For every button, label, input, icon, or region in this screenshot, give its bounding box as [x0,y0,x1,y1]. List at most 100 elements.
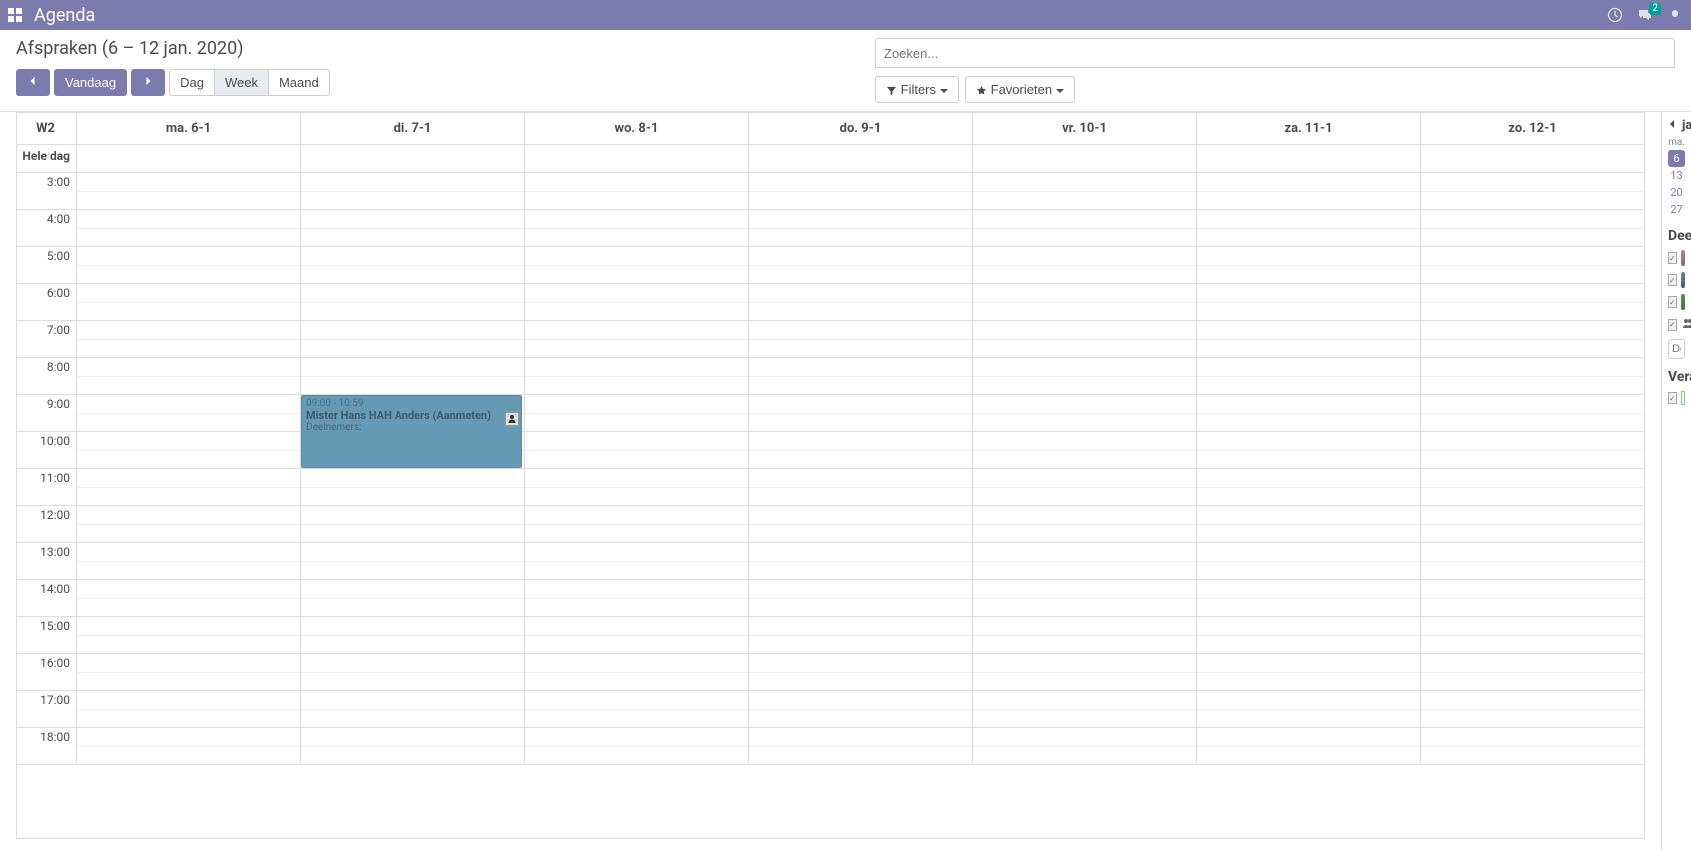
day-column-sun[interactable] [1421,173,1644,765]
time-slot[interactable] [1421,747,1644,766]
check-icon[interactable]: ✓ [1668,296,1677,308]
time-slot[interactable] [973,562,1196,581]
time-slot[interactable] [1197,580,1420,599]
time-slot[interactable] [301,747,524,766]
time-slot[interactable] [973,432,1196,451]
time-slot[interactable] [77,691,300,710]
time-slot[interactable] [77,728,300,747]
time-slot[interactable] [525,562,748,581]
clock-icon[interactable] [1607,7,1623,23]
time-slot[interactable] [525,617,748,636]
time-slot[interactable] [1421,728,1644,747]
time-slot[interactable] [1197,543,1420,562]
time-slot[interactable] [301,525,524,544]
calendar-body[interactable]: 3:004:005:006:007:008:009:0010:0011:0012… [16,173,1645,839]
time-slot[interactable] [1421,599,1644,618]
time-slot[interactable] [301,469,524,488]
time-slot[interactable] [973,654,1196,673]
time-slot[interactable] [749,488,972,507]
time-slot[interactable] [973,506,1196,525]
time-slot[interactable] [1421,488,1644,507]
time-slot[interactable] [1421,691,1644,710]
time-slot[interactable] [301,710,524,729]
allday-cell[interactable] [973,145,1197,172]
time-slot[interactable] [1421,192,1644,211]
time-slot[interactable] [301,580,524,599]
time-slot[interactable] [525,266,748,285]
time-slot[interactable] [749,340,972,359]
time-slot[interactable] [1197,488,1420,507]
time-slot[interactable] [749,247,972,266]
time-slot[interactable] [1421,469,1644,488]
attendee-row[interactable]: ✓ [1668,316,1685,333]
time-slot[interactable] [525,340,748,359]
time-slot[interactable] [301,654,524,673]
time-slot[interactable] [749,451,972,470]
time-slot[interactable] [1197,562,1420,581]
time-slot[interactable] [1421,395,1644,414]
time-slot[interactable] [77,321,300,340]
time-slot[interactable] [77,543,300,562]
view-day-button[interactable]: Dag [169,69,215,96]
calendar-event[interactable]: 09:00 - 10:59 Mister Hans HAH Anders (Aa… [301,395,522,468]
debug-icon[interactable] [1667,7,1683,23]
time-slot[interactable] [77,358,300,377]
allday-cell[interactable] [77,145,301,172]
time-slot[interactable] [1421,710,1644,729]
time-slot[interactable] [973,710,1196,729]
time-slot[interactable] [1197,432,1420,451]
day-column-fri[interactable] [973,173,1197,765]
time-slot[interactable] [525,229,748,248]
time-slot[interactable] [301,266,524,285]
prev-button[interactable] [16,69,50,96]
time-slot[interactable] [525,580,748,599]
day-header[interactable]: zo. 12-1 [1421,113,1644,144]
time-slot[interactable] [77,377,300,396]
time-slot[interactable] [1421,321,1644,340]
time-slot[interactable] [77,636,300,655]
time-slot[interactable] [525,636,748,655]
time-slot[interactable] [749,321,972,340]
messages-icon[interactable]: 2 [1637,7,1653,23]
time-slot[interactable] [973,247,1196,266]
time-slot[interactable] [1421,525,1644,544]
time-slot[interactable] [301,192,524,211]
time-slot[interactable] [973,358,1196,377]
time-slot[interactable] [77,414,300,433]
time-slot[interactable] [1421,340,1644,359]
time-slot[interactable] [301,173,524,192]
time-slot[interactable] [1197,229,1420,248]
time-slot[interactable] [1421,562,1644,581]
time-slot[interactable] [749,210,972,229]
time-slot[interactable] [77,303,300,322]
check-icon[interactable]: ✓ [1668,319,1677,331]
time-slot[interactable] [749,229,972,248]
time-slot[interactable] [525,192,748,211]
time-slot[interactable] [1421,451,1644,470]
day-column-mon[interactable] [77,173,301,765]
time-slot[interactable] [749,377,972,396]
mini-cal-day[interactable]: 27 [1668,201,1685,218]
time-slot[interactable] [749,192,972,211]
attendee-row[interactable]: ✓ [1668,294,1685,310]
time-slot[interactable] [973,728,1196,747]
time-slot[interactable] [525,525,748,544]
time-slot[interactable] [973,229,1196,248]
time-slot[interactable] [749,728,972,747]
time-slot[interactable] [1197,691,1420,710]
time-slot[interactable] [525,543,748,562]
view-week-button[interactable]: Week [214,69,269,96]
time-slot[interactable] [1421,654,1644,673]
time-slot[interactable] [1197,414,1420,433]
mini-cal-day[interactable]: 20 [1668,184,1685,201]
time-slot[interactable] [749,414,972,433]
time-slot[interactable] [1421,580,1644,599]
time-slot[interactable] [77,284,300,303]
chevron-left-icon[interactable] [1668,118,1678,133]
time-slot[interactable] [525,358,748,377]
check-icon[interactable]: ✓ [1668,274,1677,286]
time-slot[interactable] [77,710,300,729]
time-slot[interactable] [1421,284,1644,303]
time-slot[interactable] [1197,710,1420,729]
time-slot[interactable] [973,192,1196,211]
